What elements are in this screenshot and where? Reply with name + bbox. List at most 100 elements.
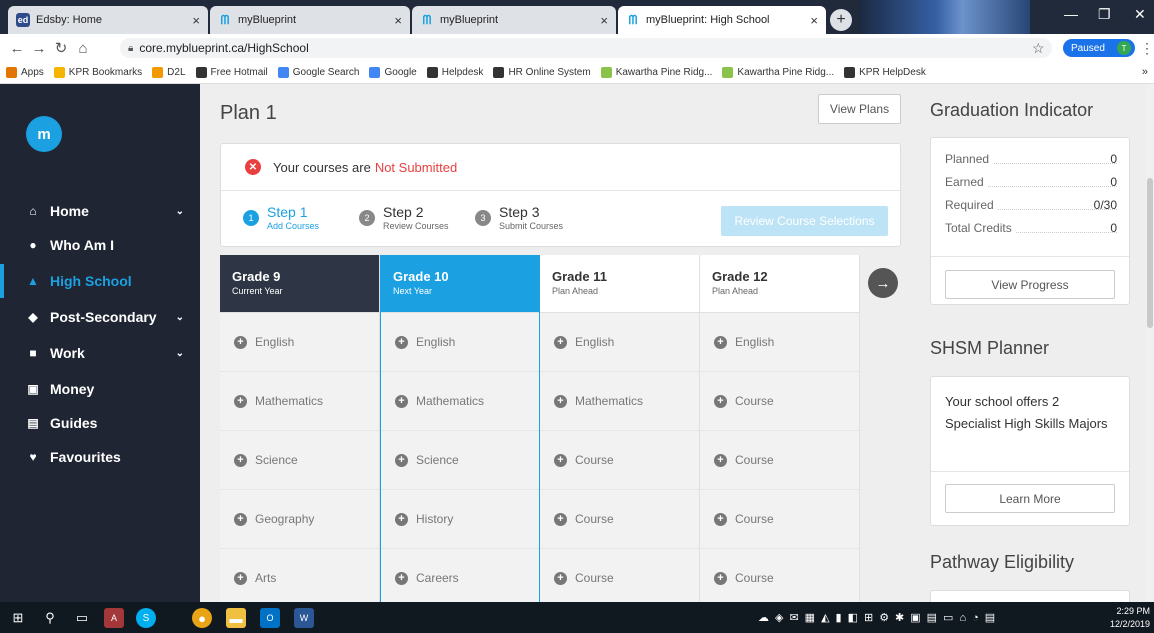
- grade-header[interactable]: Grade 11 Plan Ahead: [540, 255, 699, 313]
- close-icon[interactable]: ×: [394, 13, 402, 28]
- forward-icon[interactable]: →: [28, 40, 50, 57]
- add-course-slot[interactable]: + Course: [540, 490, 699, 549]
- grade-header[interactable]: Grade 9 Current Year: [220, 255, 379, 313]
- bookmark-item[interactable]: KPR Bookmarks: [53, 67, 142, 78]
- sidebar-item-favourites[interactable]: ♥ Favourites: [0, 440, 200, 474]
- step-3[interactable]: 3 Step 3 Submit Courses: [475, 204, 563, 231]
- skype-icon[interactable]: S: [136, 608, 156, 628]
- bookmark-label: Free Hotmail: [210, 67, 268, 78]
- browser-tab-edsby[interactable]: ed Edsby: Home ×: [8, 6, 208, 34]
- chevron-down-icon[interactable]: ⌄: [176, 312, 184, 323]
- sidebar-item-guides[interactable]: ▤ Guides: [0, 406, 200, 440]
- add-course-slot[interactable]: + English: [540, 313, 699, 372]
- chevron-down-icon[interactable]: ⌄: [176, 206, 184, 217]
- add-course-slot[interactable]: + Course: [540, 431, 699, 490]
- bookmark-item[interactable]: Google Search: [277, 67, 359, 78]
- windows-start-icon[interactable]: ⊞: [8, 608, 28, 628]
- profile-button[interactable]: Paused T: [1063, 39, 1135, 57]
- access-app-icon[interactable]: A: [104, 608, 124, 628]
- add-course-slot[interactable]: + Mathematics: [540, 372, 699, 431]
- bookmark-item[interactable]: Kawartha Pine Ridg...: [600, 67, 712, 78]
- search-icon[interactable]: ⚲: [40, 608, 60, 628]
- minimize-icon[interactable]: —: [1064, 6, 1078, 22]
- bookmark-star-icon[interactable]: ☆: [1032, 40, 1045, 57]
- sidebar-item-high-school[interactable]: ▲ High School: [0, 264, 200, 298]
- bookmark-item[interactable]: Google: [369, 67, 417, 78]
- bookmark-label: D2L: [167, 67, 186, 78]
- add-course-slot[interactable]: + Careers: [381, 549, 539, 602]
- add-course-slot[interactable]: + Mathematics: [381, 372, 539, 431]
- bookmark-item[interactable]: D2L: [152, 67, 186, 78]
- arrow-right-icon[interactable]: →: [868, 268, 898, 298]
- maximize-icon[interactable]: ❐: [1098, 6, 1111, 23]
- add-course-slot[interactable]: + Mathematics: [220, 372, 379, 431]
- add-course-slot[interactable]: + Course: [700, 549, 859, 602]
- add-course-slot[interactable]: + English: [381, 313, 539, 372]
- window-background-art: [860, 0, 1030, 34]
- add-course-slot[interactable]: + History: [381, 490, 539, 549]
- review-course-selections-button[interactable]: Review Course Selections: [721, 206, 888, 236]
- myblueprint-logo[interactable]: m: [26, 116, 62, 152]
- learn-more-button[interactable]: Learn More: [945, 484, 1115, 513]
- sidebar-item-label: Money: [50, 381, 95, 397]
- system-clock[interactable]: 2:29 PM 12/2/2019: [1110, 605, 1150, 631]
- add-course-slot[interactable]: + English: [220, 313, 379, 372]
- system-tray[interactable]: ☁◈✉▦◭▮◧⊞⚙✱▣▤▭⌂◔▤: [758, 611, 1001, 624]
- view-plans-button[interactable]: View Plans: [818, 94, 901, 124]
- bookmark-item[interactable]: Kawartha Pine Ridg...: [722, 67, 834, 78]
- add-course-slot[interactable]: + English: [700, 313, 859, 372]
- add-course-slot[interactable]: + Geography: [220, 490, 379, 549]
- new-tab-button[interactable]: +: [830, 9, 852, 31]
- close-icon[interactable]: ×: [810, 13, 818, 28]
- sidebar-item-who-am-i[interactable]: ● Who Am I: [0, 228, 200, 262]
- word-icon[interactable]: W: [294, 608, 314, 628]
- close-window-icon[interactable]: ✕: [1134, 6, 1146, 23]
- outlook-icon[interactable]: O: [260, 608, 280, 628]
- sidebar-item-post-secondary[interactable]: ◆ Post-Secondary ⌄: [0, 300, 200, 334]
- menu-icon[interactable]: ⋮: [1140, 40, 1154, 57]
- file-explorer-icon[interactable]: ▬: [226, 608, 246, 628]
- browser-tab-high-school[interactable]: ᗰ myBlueprint: High School ×: [618, 6, 826, 34]
- step-1[interactable]: 1 Step 1 Add Courses: [243, 204, 319, 231]
- chrome-icon[interactable]: ●: [192, 608, 212, 628]
- bookmark-item[interactable]: Apps: [6, 67, 44, 78]
- grade-header[interactable]: Grade 10 Next Year: [381, 255, 539, 313]
- reload-icon[interactable]: ↻: [50, 39, 72, 57]
- sidebar-item-home[interactable]: ⌂ Home ⌄: [0, 194, 200, 228]
- add-course-slot[interactable]: + Course: [700, 490, 859, 549]
- close-icon[interactable]: ×: [192, 13, 200, 28]
- status-badge: Not Submitted: [374, 159, 458, 175]
- add-course-slot[interactable]: + Science: [220, 431, 379, 490]
- status-prefix: Your courses are: [273, 159, 371, 175]
- add-course-slot[interactable]: + Course: [540, 549, 699, 602]
- step-2[interactable]: 2 Step 2 Review Courses: [359, 204, 449, 231]
- bookmark-item[interactable]: KPR HelpDesk: [844, 67, 926, 78]
- step-number-badge: 2: [359, 210, 375, 226]
- scrollbar-thumb[interactable]: [1147, 178, 1153, 328]
- chevron-down-icon[interactable]: ⌄: [176, 348, 184, 359]
- browser-tab-myblueprint-1[interactable]: ᗰ myBlueprint ×: [210, 6, 410, 34]
- add-course-slot[interactable]: + Arts: [220, 549, 379, 602]
- task-view-icon[interactable]: ▭: [72, 608, 92, 628]
- step-title: Step 3: [499, 204, 540, 220]
- url-input[interactable]: 🔒︎ core.myblueprint.ca/HighSchool: [120, 38, 1052, 58]
- bookmark-item[interactable]: HR Online System: [493, 67, 591, 78]
- sidebar-item-work[interactable]: ■ Work ⌄: [0, 336, 200, 370]
- view-progress-button[interactable]: View Progress: [945, 270, 1115, 299]
- grade-header[interactable]: Grade 12 Plan Ahead: [700, 255, 859, 313]
- add-course-slot[interactable]: + Science: [381, 431, 539, 490]
- browser-tab-myblueprint-2[interactable]: ᗰ myBlueprint ×: [412, 6, 616, 34]
- sidebar-item-money[interactable]: ▣ Money: [0, 372, 200, 406]
- close-icon[interactable]: ×: [600, 13, 608, 28]
- grade-subtitle: Plan Ahead: [712, 286, 759, 296]
- bookmark-item[interactable]: Helpdesk: [426, 67, 483, 78]
- page-scrollbar[interactable]: [1146, 84, 1154, 602]
- back-icon[interactable]: ←: [6, 40, 28, 57]
- add-course-slot[interactable]: + Course: [700, 372, 859, 431]
- step-subtitle: Submit Courses: [499, 221, 564, 231]
- add-course-slot[interactable]: + Course: [700, 431, 859, 490]
- home-page-icon[interactable]: ⌂: [72, 40, 94, 57]
- bookmarks-overflow-button[interactable]: »: [1142, 66, 1148, 78]
- bookmark-item[interactable]: Free Hotmail: [195, 67, 268, 78]
- grade-subtitle: Next Year: [393, 286, 433, 296]
